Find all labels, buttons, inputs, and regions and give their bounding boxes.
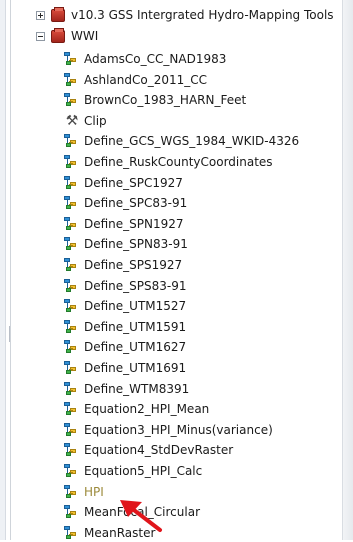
model-icon [64, 134, 80, 148]
model-icon [64, 361, 80, 375]
tool-label: Define_SPS1927 [84, 258, 183, 272]
model-icon [64, 402, 80, 416]
model-icon [64, 484, 80, 499]
tree-node-tool[interactable]: Define_SPC83-91 [64, 194, 187, 212]
model-icon [64, 505, 80, 519]
tool-label: MeanRaster [84, 525, 156, 540]
tree-node-tool[interactable]: BrownCo_1983_HARN_Feet [64, 91, 246, 109]
tool-label: Equation2_HPI_Mean [84, 402, 210, 417]
model-icon [64, 381, 80, 396]
tree-node-gss-toolbox[interactable]: v10.3 GSS Intergrated Hydro-Mapping Tool… [36, 6, 334, 24]
tree-node-tool[interactable]: MeanFocal_Circular [64, 503, 200, 521]
tool-label: HPI [84, 484, 104, 499]
model-icon [64, 216, 80, 231]
tree-node-tool[interactable]: Define_SPC1927 [64, 174, 183, 192]
model-icon [64, 278, 80, 293]
model-icon [64, 525, 80, 540]
tool-label: AdamsCo_CC_NAD1983 [84, 52, 227, 66]
tree-node-tool[interactable]: Equation5_HPI_Calc [64, 462, 202, 480]
tree-node-tool[interactable]: Define_SPS1927 [64, 256, 182, 274]
toolbox-label: WWI [71, 29, 99, 43]
tool-label: MeanFocal_Circular [84, 505, 201, 520]
tree-node-tool[interactable]: Equation4_StdDevRaster [64, 441, 233, 459]
model-icon [64, 319, 80, 334]
tree-node-tool[interactable]: ⚒ Clip [64, 112, 107, 130]
model-icon [64, 464, 80, 478]
tool-label: Define_SPN1927 [84, 216, 184, 231]
model-icon [64, 72, 80, 87]
tool-label: Clip [84, 113, 107, 128]
tool-label: Define_SPC1927 [84, 175, 183, 190]
tree-node-tool[interactable]: AshlandCo_2011_CC [64, 71, 207, 89]
tool-label: Define_UTM1591 [84, 319, 187, 334]
tool-label: Define_SPN83-91 [84, 237, 188, 252]
tree-node-tool[interactable]: Define_SPN83-91 [64, 235, 188, 253]
collapse-minus-icon[interactable] [36, 31, 45, 41]
model-icon [64, 155, 80, 169]
tree-node-tool[interactable]: MeanRaster [64, 524, 155, 542]
tree-node-tool[interactable]: Define_UTM1591 [64, 318, 186, 336]
model-icon [64, 443, 80, 457]
left-panel-edge [0, 0, 6, 540]
right-panel-edge [342, 0, 353, 540]
model-icon [64, 175, 80, 190]
toolbox-icon [51, 27, 65, 43]
model-icon [64, 422, 80, 437]
model-icon [64, 237, 80, 251]
catalog-tree-panel: v10.3 GSS Intergrated Hydro-Mapping Tool… [10, 0, 344, 540]
hammer-icon: ⚒ [65, 112, 79, 129]
model-icon [64, 299, 80, 313]
tool-label: Equation4_StdDevRaster [84, 443, 234, 458]
tree-node-tool[interactable]: Define_SPN1927 [64, 215, 184, 233]
model-icon [64, 340, 80, 354]
tree-node-tool[interactable]: Define_RuskCountyCoordinates [64, 153, 273, 171]
model-icon [64, 258, 80, 272]
tool-label: Define_SPC83-91 [84, 196, 188, 211]
tool-label: BrownCo_1983_HARN_Feet [84, 93, 247, 108]
expand-plus-icon[interactable] [36, 10, 45, 20]
tree-node-wwi-toolbox[interactable]: WWI [36, 27, 98, 45]
tool-label: Equation3_HPI_Minus(variance) [84, 422, 273, 437]
tool-label: Define_GCS_WGS_1984_WKID-4326 [84, 134, 300, 149]
toolbox-icon [51, 6, 65, 22]
tree-node-tool[interactable]: HPI [64, 483, 104, 501]
tree-node-tool[interactable]: Define_WTM8391 [64, 380, 189, 398]
tool-label: AshlandCo_2011_CC [84, 72, 207, 87]
model-icon [64, 196, 80, 210]
tree-node-tool[interactable]: Define_UTM1691 [64, 359, 186, 377]
toolbox-label: v10.3 GSS Intergrated Hydro-Mapping Tool… [71, 8, 334, 22]
tool-label: Equation5_HPI_Calc [84, 464, 203, 478]
tree-node-tool[interactable]: AdamsCo_CC_NAD1983 [64, 50, 226, 68]
tool-label: Define_UTM1627 [84, 340, 187, 355]
tool-label: Define_UTM1527 [84, 299, 187, 314]
tool-label: Define_RuskCountyCoordinates [84, 155, 273, 169]
tree-node-tool[interactable]: Define_SPS83-91 [64, 277, 187, 295]
tool-label: Define_WTM8391 [84, 381, 190, 396]
tree-node-tool[interactable]: Equation3_HPI_Minus(variance) [64, 421, 273, 439]
tree-node-tool[interactable]: Define_GCS_WGS_1984_WKID-4326 [64, 132, 299, 150]
tree-node-tool[interactable]: Define_UTM1627 [64, 338, 186, 356]
model-icon [64, 93, 80, 107]
tool-label: Define_UTM1691 [84, 361, 187, 375]
tool-label: Define_SPS83-91 [84, 278, 187, 293]
tree-node-tool[interactable]: Equation2_HPI_Mean [64, 400, 209, 418]
model-icon [64, 52, 80, 66]
tree-node-tool[interactable]: Define_UTM1527 [64, 297, 186, 315]
